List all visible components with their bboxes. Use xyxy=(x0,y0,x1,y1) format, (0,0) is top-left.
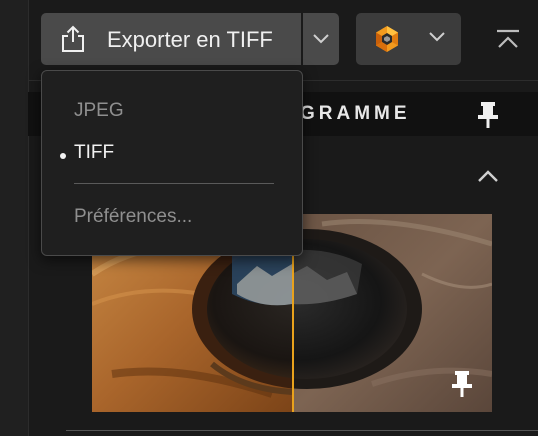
panel-title: GRAMME xyxy=(300,103,411,124)
collapse-to-top-icon[interactable] xyxy=(494,28,522,52)
menu-separator xyxy=(74,183,274,184)
pin-icon[interactable] xyxy=(476,100,500,130)
menu-item-tiff[interactable]: TIFF xyxy=(42,134,302,170)
left-panel-strip xyxy=(0,0,29,436)
process-profile-button[interactable] xyxy=(356,13,461,65)
share-icon xyxy=(62,25,84,52)
menu-item-jpeg[interactable]: JPEG xyxy=(42,92,302,128)
menu-item-preferences[interactable]: Préférences... xyxy=(42,198,302,234)
chevron-up-icon[interactable] xyxy=(476,167,500,185)
menu-item-label: JPEG xyxy=(74,100,124,121)
menu-item-label: Préférences... xyxy=(74,206,193,227)
export-options-dropdown[interactable] xyxy=(303,13,339,65)
selected-bullet-icon xyxy=(60,153,66,159)
export-button[interactable]: Exporter en TIFF xyxy=(41,13,301,65)
pin-icon[interactable] xyxy=(451,370,473,398)
menu-item-label: TIFF xyxy=(74,142,115,163)
export-format-menu: JPEG TIFF Préférences... xyxy=(41,70,303,256)
export-button-label: Exporter en TIFF xyxy=(107,27,273,52)
chevron-down-icon xyxy=(313,34,329,44)
chevron-down-icon xyxy=(429,32,445,42)
divider xyxy=(66,430,538,431)
app-window: Exporter en TIFF GRAMME JPEG TIFF Préfér… xyxy=(0,0,538,436)
aperture-logo-icon xyxy=(376,26,398,52)
